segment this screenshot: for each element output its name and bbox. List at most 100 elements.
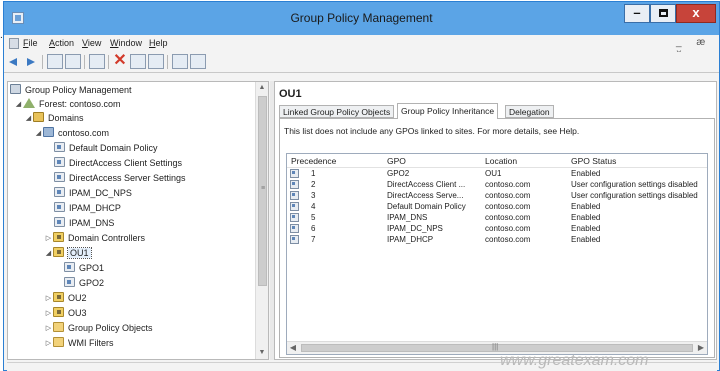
up-one-level-button[interactable] bbox=[47, 54, 63, 69]
tree-item-ipam-dc-nps[interactable]: IPAM_DC_NPS bbox=[54, 187, 132, 201]
collapsed-icon[interactable]: ▷ bbox=[44, 337, 53, 350]
collapsed-icon[interactable]: ▷ bbox=[44, 232, 53, 245]
show-hide-tree-button[interactable] bbox=[65, 54, 81, 69]
expanded-icon[interactable]: ◢ bbox=[14, 98, 23, 111]
collapsed-icon[interactable]: ▷ bbox=[44, 292, 53, 305]
collapsed-icon[interactable]: ▷ bbox=[44, 307, 53, 320]
table-row[interactable]: 3 DirectAccess Serve... contoso.com User… bbox=[287, 190, 707, 201]
scroll-right-icon[interactable]: ▶ bbox=[695, 342, 707, 354]
column-header-precedence[interactable]: Precedence bbox=[291, 156, 336, 166]
menu-view[interactable]: View bbox=[82, 38, 101, 48]
tree-item-forest[interactable]: ◢ Forest: contoso.com bbox=[14, 98, 121, 112]
tree-item-ou2[interactable]: ▷ OU2 bbox=[44, 292, 87, 306]
scroll-thumb[interactable]: ≡ bbox=[258, 96, 267, 286]
tree-item-ipam-dns[interactable]: IPAM_DNS bbox=[54, 217, 114, 231]
table-row[interactable]: 5 IPAM_DNS contoso.com Enabled bbox=[287, 212, 707, 223]
menu-file[interactable]: File bbox=[23, 38, 38, 48]
tree-item-ipam-dhcp[interactable]: IPAM_DHCP bbox=[54, 202, 121, 216]
tree-item-wmi-filters[interactable]: ▷ WMI Filters bbox=[44, 337, 114, 351]
system-menu-icon[interactable] bbox=[9, 38, 19, 49]
expanded-icon[interactable]: ◢ bbox=[44, 247, 53, 260]
table-row[interactable]: 2 DirectAccess Client ... contoso.com Us… bbox=[287, 179, 707, 190]
tree-item-directaccess-client[interactable]: DirectAccess Client Settings bbox=[54, 157, 182, 171]
tree-item-domain-controllers[interactable]: ▷ Domain Controllers bbox=[44, 232, 145, 246]
toolbar: ✕ bbox=[4, 52, 719, 73]
scroll-thumb[interactable]: ||| bbox=[301, 342, 693, 352]
tree-item-ou1[interactable]: ◢ OU1 bbox=[44, 247, 92, 261]
tree-item-label: Group Policy Management bbox=[25, 85, 132, 95]
menu-bar: File Action View Window Help _ æ × bbox=[4, 35, 719, 59]
title-bar[interactable]: Group Policy Management – x bbox=[4, 2, 719, 35]
tree-item-gpo2[interactable]: GPO2 bbox=[64, 277, 104, 291]
gpo-icon bbox=[290, 213, 299, 222]
maximize-button[interactable] bbox=[650, 4, 676, 23]
menu-help[interactable]: Help bbox=[149, 38, 168, 48]
forward-arrow-icon bbox=[27, 58, 35, 66]
cell-precedence: 7 bbox=[311, 235, 316, 244]
menu-action[interactable]: Action bbox=[49, 38, 74, 48]
tree-item-label: IPAM_DC_NPS bbox=[69, 188, 132, 198]
table-row[interactable]: 1 GPO2 OU1 Enabled bbox=[287, 168, 707, 179]
tree-item-gpo1[interactable]: GPO1 bbox=[64, 262, 104, 276]
delete-button[interactable]: ✕ bbox=[112, 53, 128, 69]
collapsed-icon[interactable]: ▷ bbox=[44, 322, 53, 335]
scroll-left-icon[interactable]: ◀ bbox=[287, 342, 299, 354]
tree-item-label: OU1 bbox=[67, 247, 92, 259]
scroll-up-icon[interactable]: ▲ bbox=[256, 82, 268, 94]
scroll-down-icon[interactable]: ▼ bbox=[256, 347, 268, 359]
tree-item-label: GPO2 bbox=[79, 278, 105, 288]
properties-button[interactable] bbox=[130, 54, 146, 69]
gpo-icon bbox=[290, 235, 299, 244]
tree-item-group-policy-objects[interactable]: ▷ Group Policy Objects bbox=[44, 322, 153, 336]
gpo-icon bbox=[290, 169, 299, 178]
tree-item-label: DirectAccess Client Settings bbox=[69, 158, 183, 168]
column-header-location[interactable]: Location bbox=[485, 156, 517, 166]
tree-item-default-domain-policy[interactable]: Default Domain Policy bbox=[54, 142, 158, 156]
gpo-inheritance-list[interactable]: Precedence GPO Location GPO Status 1 GPO… bbox=[286, 153, 708, 355]
copy-button[interactable] bbox=[89, 54, 105, 69]
expanded-icon[interactable]: ◢ bbox=[24, 112, 33, 125]
gpo-link-icon bbox=[54, 202, 65, 212]
menu-window[interactable]: Window bbox=[110, 38, 142, 48]
minimize-button[interactable]: – bbox=[624, 4, 650, 23]
cell-gpo: IPAM_DHCP bbox=[387, 235, 434, 244]
gpo-link-icon bbox=[54, 217, 65, 227]
gpo-link-icon bbox=[54, 187, 65, 197]
refresh-button[interactable] bbox=[148, 54, 164, 69]
toolbar-separator bbox=[42, 55, 43, 69]
toolbar-separator bbox=[84, 55, 85, 69]
back-button[interactable] bbox=[7, 54, 23, 69]
tree-vertical-scrollbar[interactable]: ▲ ≡ ▼ bbox=[255, 82, 268, 359]
tree-item-label: DirectAccess Server Settings bbox=[69, 173, 186, 183]
details-title: OU1 bbox=[279, 88, 302, 100]
tree-item-ou3[interactable]: ▷ OU3 bbox=[44, 307, 87, 321]
gpo-icon bbox=[290, 202, 299, 211]
gpo-link-icon bbox=[54, 142, 65, 152]
show-action-pane-button[interactable] bbox=[190, 54, 206, 69]
column-header-gpo[interactable]: GPO bbox=[387, 156, 406, 166]
close-button[interactable]: x bbox=[676, 4, 716, 23]
list-header: Precedence GPO Location GPO Status bbox=[287, 154, 707, 168]
gpo-link-icon bbox=[54, 157, 65, 167]
tree-item-directaccess-server[interactable]: DirectAccess Server Settings bbox=[54, 172, 186, 186]
table-row[interactable]: 6 IPAM_DC_NPS contoso.com Enabled bbox=[287, 223, 707, 234]
navigation-tree[interactable]: Group Policy Management ◢ Forest: contoso… bbox=[7, 81, 269, 360]
back-arrow-icon bbox=[9, 58, 17, 66]
tree-item-label: WMI Filters bbox=[68, 338, 114, 348]
table-row[interactable]: 4 Default Domain Policy contoso.com Enab… bbox=[287, 201, 707, 212]
cell-location: contoso.com bbox=[485, 191, 531, 200]
tree-item-group-policy-management[interactable]: Group Policy Management bbox=[10, 84, 132, 98]
expanded-icon[interactable]: ◢ bbox=[34, 127, 43, 140]
table-row[interactable]: 7 IPAM_DHCP contoso.com Enabled bbox=[287, 234, 707, 245]
tab-group-policy-inheritance[interactable]: Group Policy Inheritance bbox=[397, 103, 499, 119]
tab-linked-gpos[interactable]: Linked Group Policy Objects bbox=[279, 105, 395, 118]
tree-item-label: IPAM_DNS bbox=[69, 218, 115, 228]
forward-button[interactable] bbox=[23, 54, 39, 69]
help-button[interactable] bbox=[172, 54, 188, 69]
tree-item-label: Forest: contoso.com bbox=[39, 99, 121, 109]
tab-delegation[interactable]: Delegation bbox=[505, 105, 554, 118]
app-window: Group Policy Management – x File Action … bbox=[3, 1, 720, 371]
tree-item-domains[interactable]: ◢ Domains bbox=[24, 112, 84, 126]
column-header-gpo-status[interactable]: GPO Status bbox=[571, 156, 616, 166]
tree-item-contoso[interactable]: ◢ contoso.com bbox=[34, 127, 109, 141]
